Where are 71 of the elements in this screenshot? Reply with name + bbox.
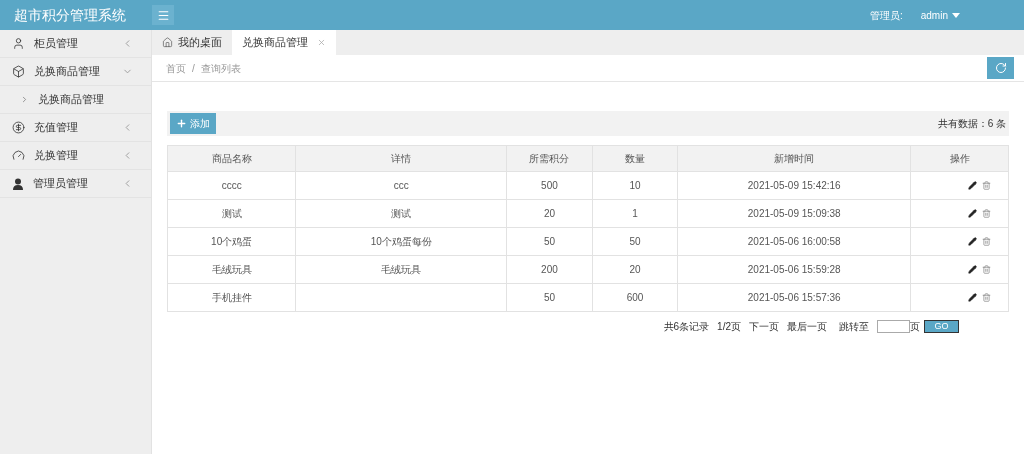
page-count: 1/2页 [717, 320, 741, 334]
person-icon [12, 177, 24, 190]
sidebar-item[interactable]: 兑换商品管理 [0, 58, 151, 86]
table-cell: 10 [592, 171, 678, 200]
column-header: 操作 [910, 145, 1009, 172]
table-cell: 50 [506, 283, 593, 312]
table-cell: ccc [295, 171, 507, 200]
next-page-link[interactable]: 下一页 [749, 319, 779, 334]
delete-icon[interactable] [982, 237, 992, 246]
chevron-right-icon [20, 95, 29, 104]
table-cell: 10个鸡蛋 [167, 227, 296, 256]
menu-toggle-button[interactable] [152, 5, 174, 25]
sidebar-subitem[interactable]: 兑换商品管理 [0, 86, 151, 114]
jump-label: 跳转至 [839, 320, 869, 334]
page-input[interactable] [877, 320, 910, 333]
cube-icon [12, 65, 25, 78]
edit-icon[interactable] [968, 237, 978, 246]
table-cell: 测试 [167, 199, 296, 228]
caret-icon [952, 12, 960, 18]
table-cell: 50 [506, 227, 593, 256]
sidebar-item[interactable]: 管理员管理 [0, 170, 151, 198]
tab[interactable]: 兑换商品管理 [232, 30, 336, 55]
table-cell: 2021-05-06 16:00:58 [677, 227, 911, 256]
table-cell: 1 [592, 199, 678, 228]
admin-label: 管理员: [869, 8, 903, 23]
column-header: 数量 [592, 145, 678, 172]
sidebar-item[interactable]: 充值管理 [0, 114, 151, 142]
column-header: 新增时间 [677, 145, 911, 172]
edit-icon[interactable] [968, 209, 978, 218]
sidebar-item[interactable]: 兑换管理 [0, 142, 151, 170]
page-unit: 页 [910, 320, 920, 334]
table-cell: 2021-05-09 15:09:38 [677, 199, 911, 228]
total-count: 共有数据：6 条 [937, 117, 1006, 131]
edit-icon[interactable] [968, 265, 978, 274]
gauge-icon [12, 149, 25, 162]
refresh-button[interactable] [987, 57, 1014, 79]
close-icon[interactable] [317, 38, 326, 47]
table-cell: 600 [592, 283, 678, 312]
delete-icon[interactable] [982, 293, 992, 302]
breadcrumb-separator: / [192, 61, 195, 76]
column-header: 所需积分 [506, 145, 593, 172]
column-header: 商品名称 [167, 145, 296, 172]
table-cell: 手机挂件 [167, 283, 296, 312]
table-cell: 20 [592, 255, 678, 284]
sidebar-item[interactable]: 柜员管理 [0, 30, 151, 58]
table-cell: 2021-05-09 15:42:16 [677, 171, 911, 200]
home-icon [162, 37, 173, 48]
app-title: 超市积分管理系统 [14, 6, 126, 23]
table-cell: 500 [506, 171, 593, 200]
table-cell: 测试 [295, 199, 507, 228]
table-cell: 毛绒玩具 [167, 255, 296, 284]
record-count: 共6条记录 [663, 320, 710, 334]
menu-icon [156, 8, 170, 22]
plus-icon [176, 118, 187, 129]
edit-icon[interactable] [968, 181, 978, 190]
refresh-icon [994, 62, 1007, 74]
delete-icon[interactable] [982, 181, 992, 190]
table-cell: cccc [167, 171, 296, 200]
last-page-link[interactable]: 最后一页 [787, 319, 827, 334]
table-cell: 2021-05-06 15:57:36 [677, 283, 911, 312]
table-cell: 10个鸡蛋每份 [295, 227, 507, 256]
table-cell: 2021-05-06 15:59:28 [677, 255, 911, 284]
edit-icon[interactable] [968, 293, 978, 302]
delete-icon[interactable] [982, 265, 992, 274]
table-cell: 200 [506, 255, 593, 284]
table-cell: 50 [592, 227, 678, 256]
column-header: 详情 [295, 145, 507, 172]
table-cell: 毛绒玩具 [295, 255, 507, 284]
user-icon [12, 37, 25, 50]
table-cell: 20 [506, 199, 593, 228]
delete-icon[interactable] [982, 209, 992, 218]
